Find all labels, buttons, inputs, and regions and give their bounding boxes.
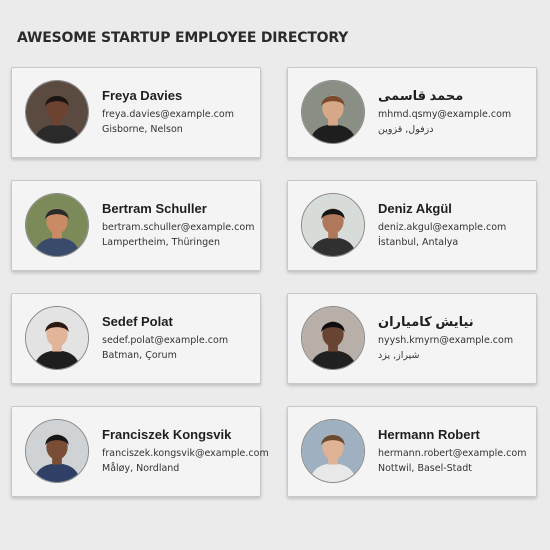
employee-location: Lampertheim, Thüringen [102, 237, 220, 248]
employee-info: Hermann Robert hermann.robert@example.com… [378, 427, 532, 475]
employee-avatar [25, 193, 89, 257]
employee-info: Freya Davies freya.davies@example.com Gisb… [102, 88, 256, 136]
employee-location: دزفول, قزوین [378, 124, 434, 135]
employee-card[interactable]: Franciszek Kongsvik franciszek.kongsvik@e… [11, 406, 269, 497]
employee-card[interactable]: Bertram Schuller bertram.schuller@example… [11, 180, 261, 271]
employee-card[interactable]: Hermann Robert hermann.robert@example.com… [287, 406, 537, 497]
employee-avatar [25, 306, 89, 370]
employee-info: Sedef Polat sedef.polat@example.com Batman… [102, 314, 256, 362]
employee-location: Batman, Çorum [102, 350, 177, 361]
employee-info: نیایش کامیاران nyysh.kmyrn@example.com شیر… [378, 314, 532, 362]
employee-avatar [25, 80, 89, 144]
employee-location: İstanbul, Antalya [378, 237, 459, 248]
employee-email: mhmd.qsmy@example.com [378, 109, 512, 120]
avatar-photo-icon [302, 194, 364, 256]
avatar-photo-icon [302, 420, 364, 482]
employee-name: Sedef Polat [102, 314, 173, 329]
employee-card[interactable]: Sedef Polat sedef.polat@example.com Batman… [11, 293, 261, 384]
avatar-photo-icon [302, 81, 364, 143]
employee-email: nyysh.kmyrn@example.com [378, 335, 514, 346]
employee-name: Franciszek Kongsvik [102, 427, 232, 442]
employee-card[interactable]: نیایش کامیاران nyysh.kmyrn@example.com شیر… [287, 293, 537, 384]
employee-location: Gisborne, Nelson [102, 124, 183, 135]
employee-name: Freya Davies [102, 88, 183, 103]
avatar-photo-icon [26, 307, 88, 369]
employee-name: Hermann Robert [378, 427, 480, 442]
employee-info: Deniz Akgül deniz.akgul@example.com İstanb… [378, 201, 532, 249]
employee-email: bertram.schuller@example.com [102, 222, 255, 233]
avatar-photo-icon [26, 194, 88, 256]
avatar-photo-icon [26, 420, 88, 482]
employee-email: sedef.polat@example.com [102, 335, 229, 346]
employee-card[interactable]: محمد قاسمی mhmd.qsmy@example.com دزفول, قز… [287, 67, 537, 158]
employee-email: franciszek.kongsvik@example.com [102, 448, 269, 459]
employee-name: محمد قاسمی [378, 88, 464, 103]
employee-info: Bertram Schuller bertram.schuller@example… [102, 201, 256, 249]
avatar-photo-icon [26, 81, 88, 143]
employee-name: Deniz Akgül [378, 201, 452, 216]
employee-info: Franciszek Kongsvik franciszek.kongsvik@e… [102, 427, 269, 475]
employee-email: hermann.robert@example.com [378, 448, 527, 459]
employee-card[interactable]: Deniz Akgül deniz.akgul@example.com İstanb… [287, 180, 537, 271]
page-title: AWESOME STARTUP EMPLOYEE DIRECTORY [17, 30, 349, 46]
employee-info: محمد قاسمی mhmd.qsmy@example.com دزفول, قز… [378, 88, 532, 136]
employee-avatar [301, 306, 365, 370]
employee-location: Måløy, Nordland [102, 463, 180, 474]
avatar-photo-icon [302, 307, 364, 369]
employee-email: freya.davies@example.com [102, 109, 234, 120]
employee-location: Nottwil, Basel-Stadt [378, 463, 472, 474]
employee-email: deniz.akgul@example.com [378, 222, 507, 233]
employee-name: نیایش کامیاران [378, 314, 474, 329]
employee-location: شیراز, یزد [378, 350, 420, 361]
employee-card[interactable]: Freya Davies freya.davies@example.com Gisb… [11, 67, 261, 158]
employee-avatar [25, 419, 89, 483]
employee-avatar [301, 80, 365, 144]
employee-avatar [301, 419, 365, 483]
employee-avatar [301, 193, 365, 257]
employee-name: Bertram Schuller [102, 201, 207, 216]
